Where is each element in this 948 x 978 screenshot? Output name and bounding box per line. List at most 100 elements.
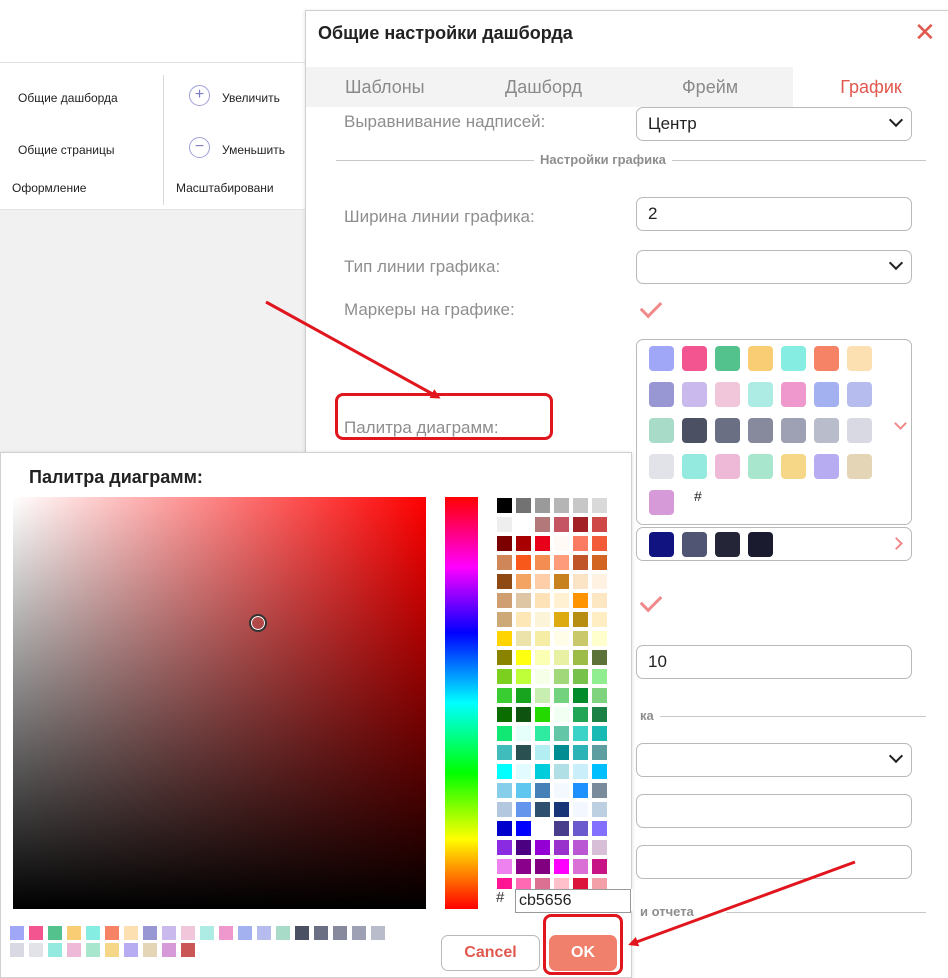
- color-grid-cell[interactable]: [496, 763, 513, 780]
- color-grid-cell[interactable]: [515, 801, 532, 818]
- color-grid-cell[interactable]: [572, 611, 589, 628]
- color-grid-cell[interactable]: [572, 725, 589, 742]
- color-grid-cell[interactable]: [534, 687, 551, 704]
- color-grid-cell[interactable]: [515, 649, 532, 666]
- recent-color-swatch[interactable]: [47, 942, 63, 958]
- recent-color-swatch[interactable]: [104, 925, 120, 941]
- hex-input[interactable]: [515, 889, 631, 913]
- color-grid-cell[interactable]: [496, 497, 513, 514]
- color-grid-cell[interactable]: [515, 516, 532, 533]
- ribbon-zoom-out[interactable]: Уменьшить: [222, 143, 285, 157]
- line-width-input[interactable]: 2: [636, 197, 912, 231]
- palette-secondary-select[interactable]: [636, 527, 912, 561]
- recent-color-swatch[interactable]: [275, 925, 291, 941]
- color-grid-cell[interactable]: [496, 801, 513, 818]
- color-grid-cell[interactable]: [496, 706, 513, 723]
- color-grid-cell[interactable]: [515, 535, 532, 552]
- color-grid-cell[interactable]: [591, 611, 608, 628]
- color-grid-cell[interactable]: [496, 554, 513, 571]
- recent-color-swatch[interactable]: [332, 925, 348, 941]
- color-grid-cell[interactable]: [534, 611, 551, 628]
- color-grid-cell[interactable]: [572, 497, 589, 514]
- color-grid-cell[interactable]: [591, 763, 608, 780]
- color-grid-cell[interactable]: [534, 535, 551, 552]
- color-grid-cell[interactable]: [591, 820, 608, 837]
- recent-color-swatch[interactable]: [28, 925, 44, 941]
- markers-checkbox[interactable]: [639, 295, 663, 319]
- color-grid-cell[interactable]: [534, 592, 551, 609]
- color-grid-cell[interactable]: [591, 497, 608, 514]
- color-grid-cell[interactable]: [553, 573, 570, 590]
- color-grid-cell[interactable]: [534, 649, 551, 666]
- color-grid-cell[interactable]: [553, 858, 570, 875]
- color-grid-cell[interactable]: [534, 744, 551, 761]
- recent-color-swatch[interactable]: [85, 942, 101, 958]
- color-grid-cell[interactable]: [591, 554, 608, 571]
- color-grid-cell[interactable]: [572, 782, 589, 799]
- color-grid-cell[interactable]: [591, 668, 608, 685]
- color-grid-cell[interactable]: [496, 725, 513, 742]
- recent-color-swatch[interactable]: [351, 925, 367, 941]
- color-grid-cell[interactable]: [553, 744, 570, 761]
- color-grid-cell[interactable]: [534, 820, 551, 837]
- color-grid-cell[interactable]: [515, 630, 532, 647]
- color-grid-cell[interactable]: [572, 706, 589, 723]
- color-grid-cell[interactable]: [496, 649, 513, 666]
- color-grid-cell[interactable]: [572, 592, 589, 609]
- color-grid-cell[interactable]: [591, 649, 608, 666]
- color-grid-cell[interactable]: [496, 630, 513, 647]
- color-grid-cell[interactable]: [496, 820, 513, 837]
- recent-color-swatch[interactable]: [161, 925, 177, 941]
- color-grid-cell[interactable]: [591, 744, 608, 761]
- color-grid-cell[interactable]: [591, 592, 608, 609]
- recent-color-swatch[interactable]: [256, 925, 272, 941]
- color-grid-cell[interactable]: [591, 630, 608, 647]
- color-grid-cell[interactable]: [591, 725, 608, 742]
- ribbon-pages-general[interactable]: Общие страницы: [18, 143, 114, 157]
- color-grid-cell[interactable]: [591, 782, 608, 799]
- color-grid-cell[interactable]: [553, 535, 570, 552]
- recent-color-swatch[interactable]: [180, 942, 196, 958]
- color-grid-cell[interactable]: [553, 497, 570, 514]
- color-grid-cell[interactable]: [553, 668, 570, 685]
- recent-color-swatch[interactable]: [294, 925, 310, 941]
- color-grid-cell[interactable]: [572, 687, 589, 704]
- color-grid-cell[interactable]: [515, 611, 532, 628]
- recent-color-swatch[interactable]: [66, 925, 82, 941]
- recent-color-swatch[interactable]: [180, 925, 196, 941]
- color-grid-cell[interactable]: [515, 592, 532, 609]
- recent-color-swatch[interactable]: [66, 942, 82, 958]
- color-grid-cell[interactable]: [572, 668, 589, 685]
- color-grid-cell[interactable]: [553, 687, 570, 704]
- color-grid-cell[interactable]: [553, 630, 570, 647]
- color-grid-cell[interactable]: [534, 725, 551, 742]
- color-grid-cell[interactable]: [553, 782, 570, 799]
- ribbon-dashboard-general[interactable]: Общие дашборда: [18, 91, 118, 105]
- color-grid-cell[interactable]: [534, 782, 551, 799]
- color-grid-cell[interactable]: [553, 820, 570, 837]
- recent-color-swatch[interactable]: [85, 925, 101, 941]
- color-grid-cell[interactable]: [553, 839, 570, 856]
- tab-frame[interactable]: Фрейм: [682, 77, 738, 98]
- hue-slider[interactable]: [445, 497, 478, 909]
- color-grid-cell[interactable]: [534, 763, 551, 780]
- text-input[interactable]: [636, 794, 912, 828]
- color-grid-cell[interactable]: [591, 573, 608, 590]
- recent-color-swatch[interactable]: [161, 942, 177, 958]
- color-grid-cell[interactable]: [534, 497, 551, 514]
- recent-color-swatch[interactable]: [237, 925, 253, 941]
- color-grid-cell[interactable]: [515, 668, 532, 685]
- color-grid-cell[interactable]: [515, 763, 532, 780]
- color-grid-cell[interactable]: [515, 839, 532, 856]
- recent-color-swatch[interactable]: [313, 925, 329, 941]
- color-grid-cell[interactable]: [572, 839, 589, 856]
- color-grid-cell[interactable]: [591, 516, 608, 533]
- line-type-select[interactable]: [636, 250, 912, 284]
- color-grid-cell[interactable]: [572, 858, 589, 875]
- saturation-area[interactable]: [13, 497, 426, 909]
- color-grid-cell[interactable]: [496, 839, 513, 856]
- zoom-out-icon[interactable]: −: [189, 137, 210, 158]
- color-grid-cell[interactable]: [534, 858, 551, 875]
- color-grid-cell[interactable]: [534, 573, 551, 590]
- color-grid-cell[interactable]: [553, 706, 570, 723]
